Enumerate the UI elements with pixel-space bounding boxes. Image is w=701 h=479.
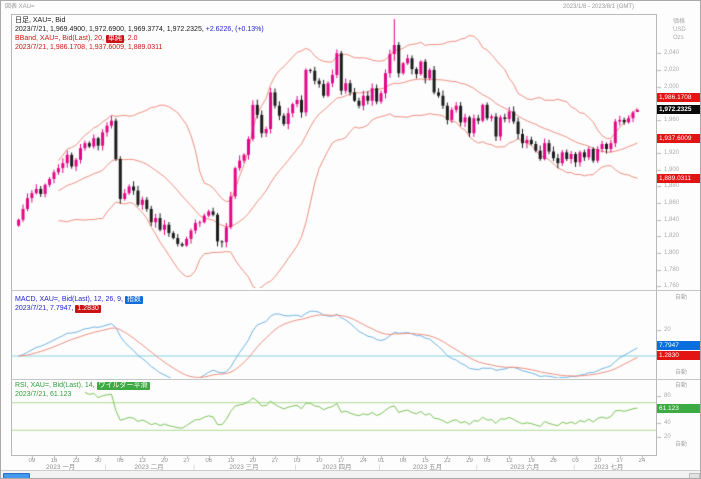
macd-value-text: 2023/7/21, 7.7947, [15,305,73,312]
macd-legend-series: MACD, XAU=, Bid(Last), 12, 26, 9, 指数 [15,296,143,304]
panel-separator-macd-rsi[interactable] [11,379,701,380]
price-axis-tick: 1,800 [664,250,679,257]
rsi-auto-label-bottom[interactable]: 自動 [675,442,687,449]
bband-legend: BBand, XAU=, Bid(Last), 20, 単純, 2.0 [15,35,264,43]
day-tick-label: 30 [95,458,102,465]
last-price-chip: 1,972.2325 [657,105,701,114]
rsi-axis-tick: 40 [664,420,671,427]
macd-value-chip: 7.7947 [657,341,701,350]
price-axis-tick: 1,900 [664,167,679,174]
macd-legend-values: 2023/7/21, 7.7947, 1.2830 [15,305,143,313]
macd-legend: MACD, XAU=, Bid(Last), 12, 26, 9, 指数 202… [15,296,143,312]
price-axis-tick: 1,780 [664,267,679,274]
price-axis-tick: 2,040 [664,50,679,57]
price-legend-ohlc-values: 2023/7/21, 1,969.4900, 1,972.6900, 1,969… [15,26,204,33]
price-legend: 日足, XAU=, Bid 2023/7/21, 1,969.4900, 1,9… [15,17,264,49]
price-legend-change: +2.6226, (+0.13%) [206,26,264,33]
macd-auto-label-top[interactable]: 自動 [675,295,687,302]
scrollbar-thumb[interactable] [3,473,30,479]
rsi-auto-label-top[interactable]: 自動 [675,383,687,390]
macd-signal-chip: 1.2830 [75,305,100,313]
day-tick-label: 09 [29,458,36,465]
rsi-value-chip: 61.123 [657,404,701,413]
rsi-method-chip: ワイルダー平滑 [97,382,150,390]
rsi-axis-tick: 20 [664,434,671,441]
band-upper-chip: 1,986.1708 [657,93,701,102]
price-axis-tick: 1,880 [664,183,679,190]
day-tick-label: 27 [183,458,190,465]
bband-method-chip: 単純 [106,35,124,43]
day-tick-label: 06 [205,458,212,465]
band-mid-chip: 1,937.6009 [657,134,701,143]
macd-method-chip: 指数 [125,296,143,304]
rsi-legend-values: 2023/7/21, 61.123 [15,391,150,399]
price-axis-tick: 2,020 [664,67,679,74]
rsi-legend-prefix: RSI, XAU=, Bid(Last), 14, [15,382,95,389]
day-tick-label: 24 [639,458,646,465]
resize-grip[interactable] [689,473,700,479]
chart-canvas[interactable] [1,1,701,479]
price-axis-header-3: Ozs [673,35,684,42]
day-tick-label: 29 [466,458,473,465]
price-axis-tick: 1,960 [664,117,679,124]
day-tick-label: 06 [117,458,124,465]
day-tick-label: 08 [400,458,407,465]
macd-axis-tick: 20 [664,327,671,334]
price-axis-tick: 1,840 [664,217,679,224]
macd-signal-value-chip: 1.2830 [657,351,701,360]
rsi-legend: RSI, XAU=, Bid(Last), 14, ワイルダー平滑 2023/7… [15,382,150,398]
day-tick-label: 26 [550,458,557,465]
panel-separator-price-macd[interactable] [11,290,701,291]
charting-app-window: { "window": { "title_left": "図表 XAU=", "… [0,0,701,479]
macd-legend-prefix: MACD, XAU=, Bid(Last), 12, 26, 9, [15,296,123,303]
day-tick-label: 27 [272,458,279,465]
macd-auto-label-bottom[interactable]: 自動 [675,370,687,377]
band-lower-chip: 1,889.0311 [657,174,701,183]
rsi-axis-tick: 80 [664,393,671,400]
price-axis-tick: 1,760 [664,283,679,290]
price-axis-tick: 1,920 [664,150,679,157]
bband-legend-values: 2023/7/21, 1,986.1708, 1,937.6009, 1,889… [15,44,264,52]
rsi-legend-series: RSI, XAU=, Bid(Last), 14, ワイルダー平滑 [15,382,150,390]
day-tick-label: 24 [360,458,367,465]
price-legend-ohlc: 2023/7/21, 1,969.4900, 1,972.6900, 1,969… [15,26,264,34]
price-axis-tick: 1,860 [664,200,679,207]
price-axis-header-2: USD [673,27,686,34]
price-legend-series: 日足, XAU=, Bid [15,17,264,25]
price-axis-tick: 2,000 [664,84,679,91]
day-tick-label: 05 [484,458,491,465]
horizontal-scrollbar [1,470,701,479]
bband-legend-suffix: , 2.0 [124,35,138,42]
day-tick-label: 22 [444,458,451,465]
bband-legend-prefix: BBand, XAU=, Bid(Last), 20, [15,35,104,42]
price-axis-header-1: 価格 [673,19,685,26]
price-axis-tick: 1,820 [664,233,679,240]
